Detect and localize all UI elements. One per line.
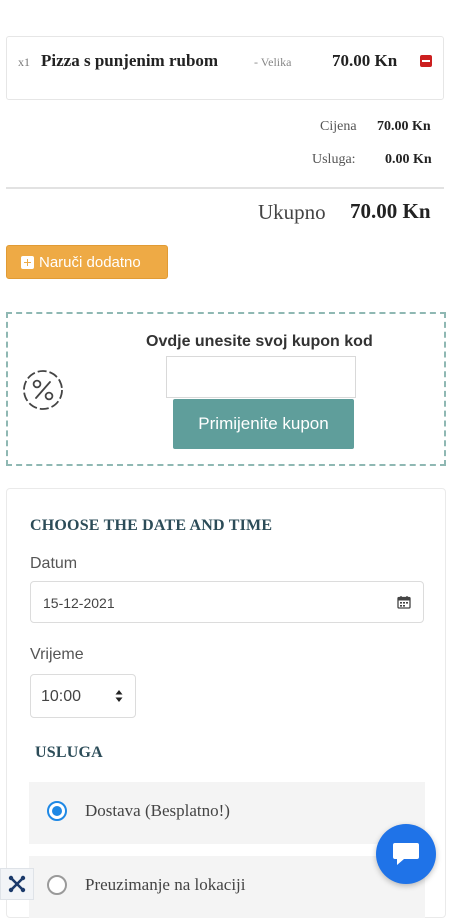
service-fee-value: 0.00 Kn [385,152,432,167]
chat-bubble-icon [393,843,419,865]
item-size: - Velika [254,55,292,69]
service-option-label: Dostava (Besplatno!) [85,801,230,820]
coupon-title: Ovdje unesite svoj kupon kod [146,333,373,350]
time-value: 10:00 [41,688,82,705]
order-more-label: Naruči dodatno [39,253,141,271]
schedule-title: CHOOSE THE DATE AND TIME [30,517,273,534]
time-select[interactable]: 10:00 [30,674,136,718]
service-title: USLUGA [35,744,103,761]
item-price: 70.00 Kn [332,51,398,70]
service-option-label: Preuzimanje na lokaciji [85,875,246,894]
coupon-code-input[interactable] [166,356,356,398]
up-down-arrows-icon [115,690,123,702]
service-option-pickup[interactable]: Preuzimanje na lokaciji [29,856,425,918]
item-quantity: x1 [18,55,30,69]
date-input[interactable]: 15-12-2021 [30,581,424,623]
remove-item-icon[interactable] [420,55,432,67]
total-label: Ukupno [258,200,326,224]
apply-coupon-button[interactable]: Primijenite kupon [173,399,354,449]
order-more-button[interactable]: Naruči dodatno [6,245,168,279]
joomla-logo-icon [8,875,26,893]
summary-divider [6,187,444,189]
calendar-icon[interactable] [397,595,411,609]
subtotal-label: Cijena [320,119,357,134]
cms-badge[interactable] [0,868,34,900]
radio-selected[interactable] [47,801,67,821]
time-label: Vrijeme [30,646,84,663]
date-value: 15-12-2021 [43,595,115,611]
chat-button[interactable] [376,824,436,884]
total-value: 70.00 Kn [350,199,431,223]
service-option-delivery[interactable]: Dostava (Besplatno!) [29,782,425,844]
plus-icon [21,255,34,269]
percent-badge-icon [23,370,63,410]
item-name: Pizza s punjenim rubom [41,51,219,70]
radio-unselected[interactable] [47,875,67,895]
date-label: Datum [30,555,78,572]
service-fee-label: Usluga: [312,152,356,167]
coupon-section: Ovdje unesite svoj kupon kod Primijenite… [6,312,446,466]
subtotal-value: 70.00 Kn [377,119,431,134]
cart-item: x1 Pizza s punjenim rubom - Velika 70.00… [6,36,444,100]
